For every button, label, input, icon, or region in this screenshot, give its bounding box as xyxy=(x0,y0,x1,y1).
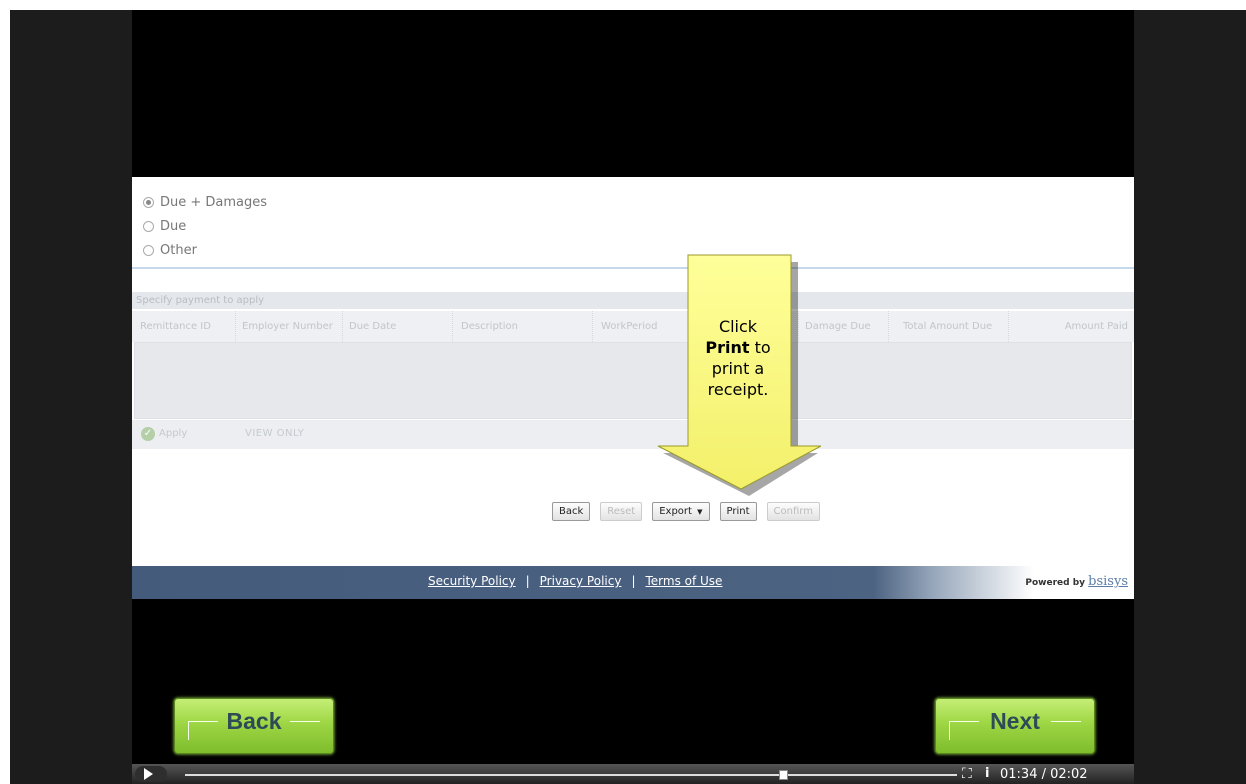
grid-header: Remittance ID Employer Number Due Date D… xyxy=(132,311,1134,342)
payment-option-other[interactable]: Other xyxy=(143,238,267,262)
caret-down-icon: ▼ xyxy=(697,508,703,516)
fullscreen-icon[interactable]: ⛶ xyxy=(962,766,972,782)
tutorial-next-label: Next xyxy=(990,708,1040,734)
grid-footer: ✓ Apply VIEW ONLY xyxy=(132,420,1134,449)
callout-line3: print a xyxy=(711,359,765,378)
column-header[interactable]: Description xyxy=(453,311,593,342)
page-button-bar: Back Reset Export ▼ Print Confirm xyxy=(552,502,830,521)
brand-logo[interactable]: bsisys xyxy=(1088,574,1128,589)
tutorial-stage: Due + Damages Due Other Specify payment … xyxy=(132,10,1134,764)
grid-caption: Specify payment to apply xyxy=(132,292,1134,309)
callout-text: Click Print to print a receipt. xyxy=(688,316,788,400)
privacy-policy-link[interactable]: Privacy Policy xyxy=(540,574,622,588)
captured-webpage: Due + Damages Due Other Specify payment … xyxy=(132,177,1134,599)
play-icon xyxy=(144,768,153,780)
footer-links: Security Policy | Privacy Policy | Terms of … xyxy=(428,574,722,588)
confirm-button[interactable]: Confirm xyxy=(766,502,820,521)
security-policy-link[interactable]: Security Policy xyxy=(428,574,516,588)
callout-line4: receipt. xyxy=(707,380,769,399)
export-button[interactable]: Export ▼ xyxy=(652,502,710,521)
terms-of-use-link[interactable]: Terms of Use xyxy=(645,574,722,588)
view-only-label: VIEW ONLY xyxy=(245,428,305,439)
tutorial-back-label: Back xyxy=(226,708,282,734)
export-label: Export xyxy=(659,506,692,517)
payment-option-group: Due + Damages Due Other xyxy=(143,190,267,262)
print-button[interactable]: Print xyxy=(719,502,757,521)
payment-option-label: Other xyxy=(160,242,197,258)
footer-separator: | xyxy=(525,574,530,588)
time-display: 01:34 / 02:02 xyxy=(1000,767,1088,782)
callout-bold-word: Print xyxy=(705,338,750,357)
info-icon[interactable]: i xyxy=(985,766,989,781)
seek-bar[interactable] xyxy=(185,774,957,776)
column-header[interactable]: Amount Paid xyxy=(1009,311,1134,342)
tutorial-back-button[interactable]: Back xyxy=(174,698,334,754)
reset-button[interactable]: Reset xyxy=(600,502,643,521)
grid-body xyxy=(134,342,1132,419)
site-footer: Security Policy | Privacy Policy | Terms of … xyxy=(132,566,1134,599)
seek-handle[interactable] xyxy=(778,770,788,780)
radio-icon xyxy=(143,244,154,256)
powered-by-label: Powered by xyxy=(1025,578,1086,588)
callout-line2: to xyxy=(749,338,771,357)
section-divider xyxy=(132,267,1134,269)
check-icon: ✓ xyxy=(141,427,155,441)
payment-option-label: Due xyxy=(160,218,187,234)
page-back-button[interactable]: Back xyxy=(552,502,591,521)
column-header[interactable]: Employer Number xyxy=(236,311,343,342)
payment-option-due[interactable]: Due xyxy=(143,214,267,238)
player-controls: ⛶ i 01:34 / 02:02 xyxy=(132,764,1134,784)
powered-by: Powered by bsisys xyxy=(1025,574,1128,589)
apply-button[interactable]: Apply xyxy=(159,428,187,439)
payment-option-due-damages[interactable]: Due + Damages xyxy=(143,190,267,214)
footer-separator: | xyxy=(631,574,636,588)
radio-icon xyxy=(143,220,154,232)
column-header[interactable]: Total Amount Due xyxy=(889,311,1009,342)
radio-selected-icon xyxy=(143,196,154,208)
payment-option-label: Due + Damages xyxy=(160,194,268,210)
tutorial-next-button[interactable]: Next xyxy=(935,698,1095,754)
column-header[interactable]: Due Date xyxy=(343,311,453,342)
callout-line1: Click xyxy=(718,317,758,336)
column-header[interactable]: Remittance ID xyxy=(132,311,236,342)
